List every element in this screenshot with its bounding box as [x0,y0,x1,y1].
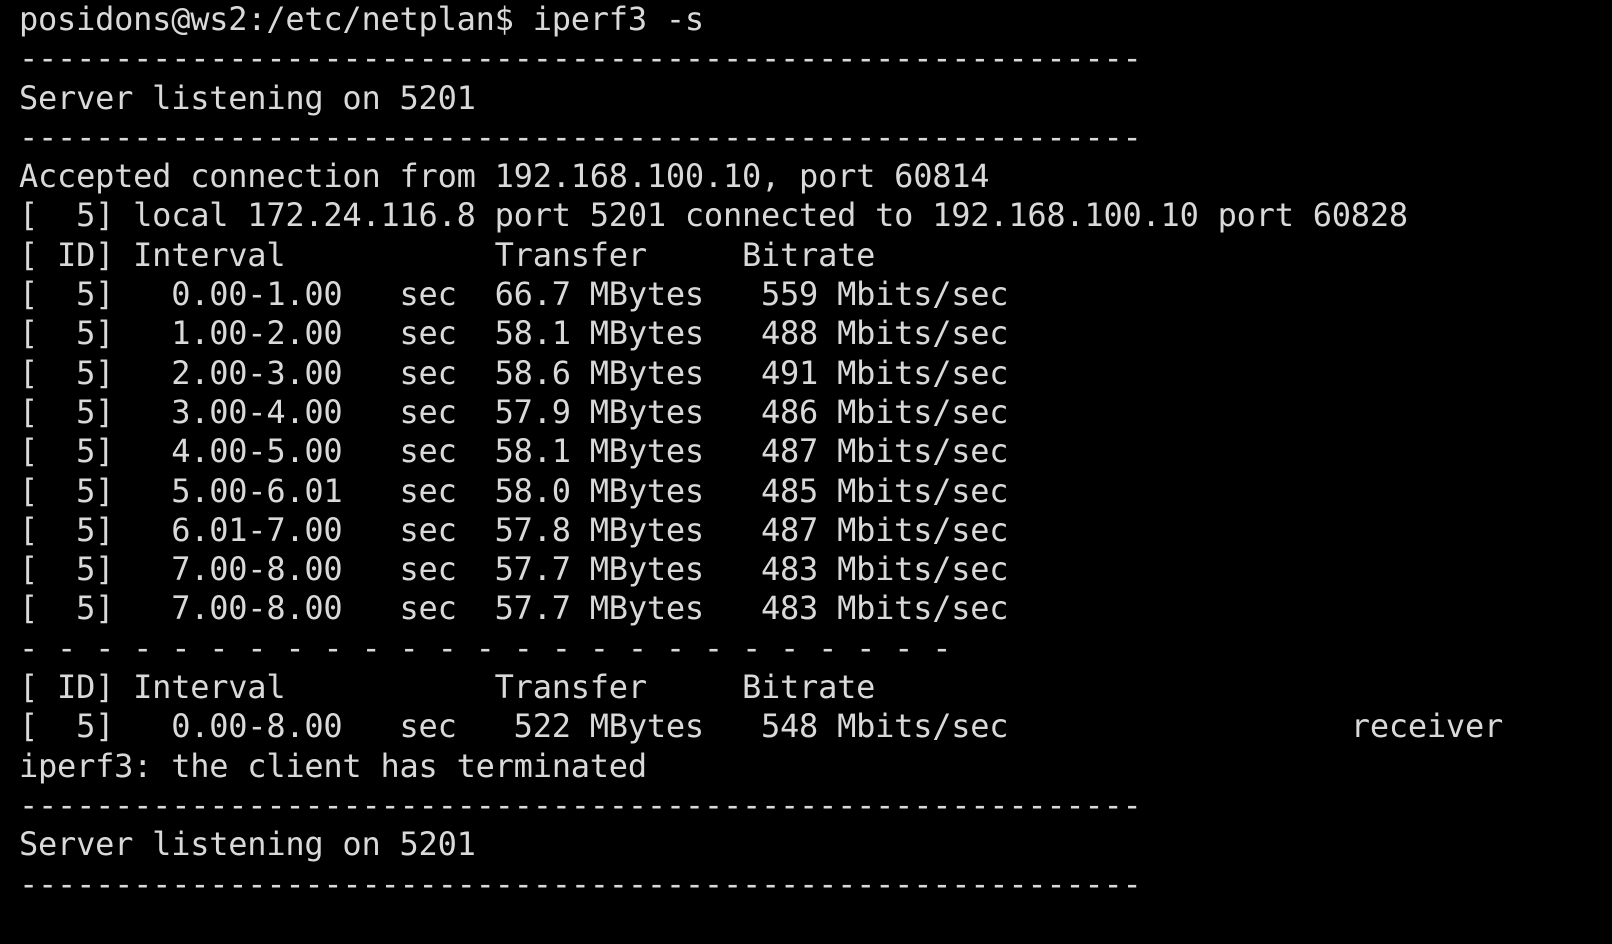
server-listening-line: Server listening on 5201 [19,78,476,117]
separator-line: ----------------------------------------… [19,785,1142,824]
interval-row: [ 5] 4.00-5.00 sec 58.1 MBytes 487 Mbits… [19,432,1009,471]
separator-line: ----------------------------------------… [19,864,1142,903]
client-terminated-line: iperf3: the client has terminated [19,746,647,785]
interval-row: [ 5] 5.00-6.01 sec 58.0 MBytes 485 Mbits… [19,471,1009,510]
interval-row: [ 5] 7.00-8.00 sec 57.7 MBytes 483 Mbits… [19,550,1009,589]
interval-row: [ 5] 7.00-8.00 sec 57.7 MBytes 483 Mbits… [19,589,1009,628]
interval-row: [ 5] 3.00-4.00 sec 57.9 MBytes 486 Mbits… [19,392,1009,431]
separator-line: ----------------------------------------… [19,39,1142,78]
dashed-separator-line: - - - - - - - - - - - - - - - - - - - - … [19,628,952,667]
accepted-connection-line: Accepted connection from 192.168.100.10,… [19,157,990,196]
table-header-line: [ ID] Interval Transfer Bitrate [19,235,876,274]
server-listening-line: Server listening on 5201 [19,825,476,864]
interval-row: [ 5] 1.00-2.00 sec 58.1 MBytes 488 Mbits… [19,314,1009,353]
prompt-line: posidons@ws2:/etc/netplan$ iperf3 -s [19,0,704,38]
interval-row: [ 5] 6.01-7.00 sec 57.8 MBytes 487 Mbits… [19,510,1009,549]
summary-receiver-row: [ 5] 0.00-8.00 sec 522 MBytes 548 Mbits/… [19,707,1503,746]
local-connection-line: [ 5] local 172.24.116.8 port 5201 connec… [19,196,1408,235]
interval-row: [ 5] 2.00-3.00 sec 58.6 MBytes 491 Mbits… [19,353,1009,392]
interval-row: [ 5] 0.00-1.00 sec 66.7 MBytes 559 Mbits… [19,275,1009,314]
summary-header-line: [ ID] Interval Transfer Bitrate [19,668,876,707]
terminal-window[interactable]: posidons@ws2:/etc/netplan$ iperf3 -s ---… [0,0,1612,944]
separator-line: ----------------------------------------… [19,117,1142,156]
